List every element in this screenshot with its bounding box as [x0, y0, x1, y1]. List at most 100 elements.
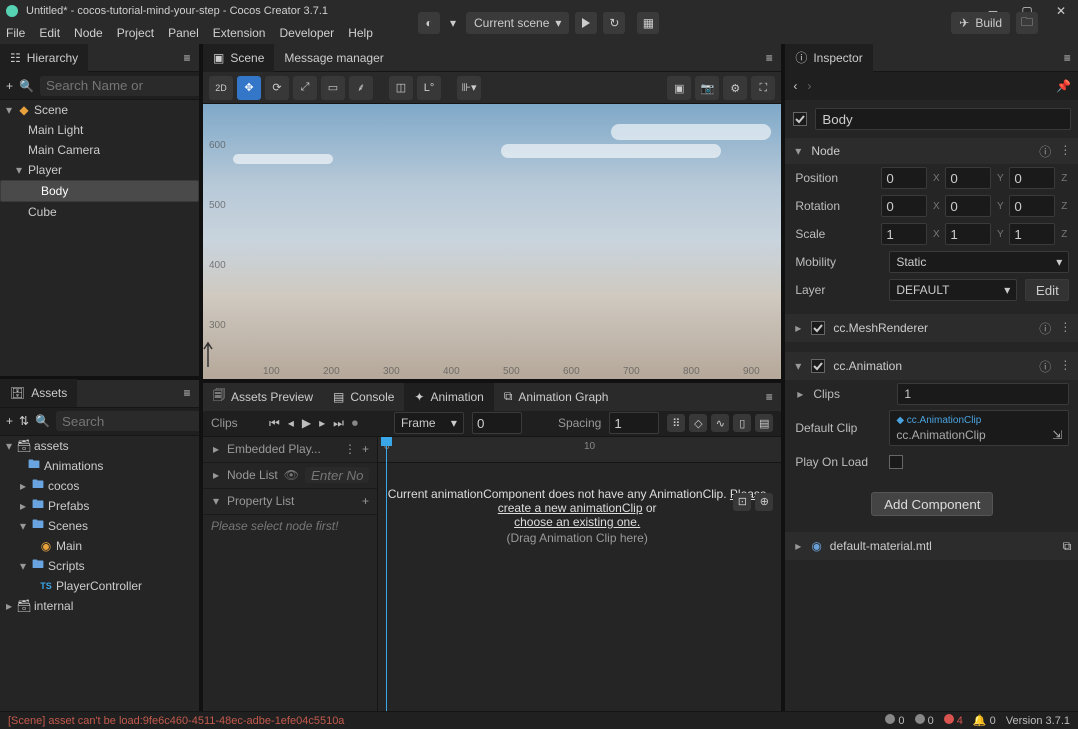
tab-animation-graph[interactable]: ⧉ Animation Graph [494, 383, 619, 411]
component-animation-header[interactable]: ▾ cc.Animation ⓘ⋮ [785, 352, 1078, 380]
qr-icon[interactable]: ▦ [637, 12, 659, 34]
menu-dots-icon[interactable]: ⋮ [1059, 320, 1071, 337]
scene-viewport[interactable]: 600 500 400 300 200 100 200 300 400 500 … [203, 104, 781, 379]
tree-row-scene[interactable]: ▾ ◆ Scene [0, 100, 199, 120]
folder-open-button[interactable]: 🗀 [1016, 12, 1038, 34]
tool-scale[interactable]: ⤢ [293, 76, 317, 100]
tool-rotate[interactable]: ⟳ [265, 76, 289, 100]
menu-dots-icon[interactable]: ⋮ [1059, 143, 1071, 160]
nav-fwd-icon[interactable]: › [807, 79, 811, 93]
clips-count-input[interactable]: 1 [897, 383, 1069, 405]
tool-gear[interactable]: ⚙ [723, 76, 747, 100]
menu-node[interactable]: Node [74, 26, 103, 40]
zoom-icon[interactable]: ⊕ [755, 493, 773, 511]
tab-inspector[interactable]: ⓘ Inspector [785, 44, 872, 72]
anim-opt-icon[interactable]: ⠿ [667, 414, 685, 432]
anim-keyframe-icon[interactable]: ◇ [689, 414, 707, 432]
tree-row-body[interactable]: Body [0, 180, 199, 202]
next-frame-button[interactable]: ▸ [319, 416, 325, 430]
spacing-input[interactable] [609, 412, 659, 434]
add-icon[interactable]: + [362, 442, 369, 456]
status-info[interactable]: 0 [885, 714, 904, 727]
menu-project[interactable]: Project [117, 26, 154, 40]
add-icon[interactable]: + [6, 412, 13, 430]
position-y-input[interactable] [945, 167, 991, 189]
panel-menu-button[interactable]: ≡ [175, 379, 199, 407]
choose-clip-link[interactable]: choose an existing one. [514, 515, 640, 529]
panel-menu-button[interactable]: ≡ [757, 44, 781, 72]
section-node-header[interactable]: ▾ Node ⓘ⋮ [785, 138, 1078, 164]
eye-icon[interactable]: 👁 [284, 468, 299, 482]
help-icon[interactable]: ⓘ [1039, 143, 1051, 160]
layer-select[interactable]: DEFAULT▾ [889, 279, 1017, 301]
add-component-button[interactable]: Add Component [871, 492, 993, 516]
window-close-button[interactable]: ✕ [1044, 0, 1078, 22]
rotation-z-input[interactable] [1009, 195, 1055, 217]
record-button[interactable]: ⏺ [352, 416, 358, 431]
asset-row-animations[interactable]: 🖿 Animations [0, 456, 199, 476]
nav-back-icon[interactable]: ‹ [793, 79, 797, 93]
tool-pivot[interactable]: ◫ [389, 76, 413, 100]
build-button[interactable]: ✈ Build [951, 12, 1010, 34]
tree-row-main-light[interactable]: Main Light [0, 120, 199, 140]
playhead[interactable] [386, 437, 387, 712]
tab-assets[interactable]: 🗄 Assets [0, 379, 77, 407]
scene-selector[interactable]: Current scene ▾ [466, 12, 569, 34]
scale-z-input[interactable] [1009, 223, 1055, 245]
asset-row-prefabs[interactable]: ▸ 🖿 Prefabs [0, 496, 199, 516]
anim-curve-icon[interactable]: ∿ [711, 414, 729, 432]
chevron-down-icon[interactable]: ▾ [446, 12, 460, 34]
component-enabled-checkbox[interactable] [811, 359, 825, 373]
component-enabled-checkbox[interactable] [811, 321, 825, 335]
first-frame-button[interactable]: ⏮ [269, 416, 280, 431]
anim-nodelist-row[interactable]: ▸ Node List 👁 [203, 463, 377, 489]
menu-dots-icon[interactable]: ⋮ [1059, 358, 1071, 375]
tab-assets-preview[interactable]: 🗐 Assets Preview [203, 383, 323, 411]
tab-hierarchy[interactable]: ☷ Hierarchy [0, 44, 88, 72]
add-icon[interactable]: + [362, 494, 369, 508]
position-x-input[interactable] [881, 167, 927, 189]
asset-row-assets[interactable]: ▾ 🗃 assets [0, 436, 199, 456]
anim-propertylist-row[interactable]: ▾ Property List + [203, 489, 377, 515]
frame-mode-select[interactable]: Frame▾ [394, 412, 464, 434]
help-icon[interactable]: ⓘ [1039, 358, 1051, 375]
nodelist-search[interactable] [305, 467, 369, 483]
tool-anchor[interactable]: ⸙ [349, 76, 373, 100]
add-icon[interactable]: + [6, 77, 13, 95]
anim-event-icon[interactable]: ▯ [733, 414, 751, 432]
scale-y-input[interactable] [945, 223, 991, 245]
node-active-checkbox[interactable] [793, 112, 807, 126]
tab-scene[interactable]: ▣ Scene [203, 44, 274, 72]
status-err[interactable]: 4 [944, 714, 963, 727]
status-warn[interactable]: 0 [915, 714, 934, 727]
tool-rect[interactable]: ▭ [321, 76, 345, 100]
tab-animation[interactable]: ✦ Animation [404, 383, 493, 411]
help-icon[interactable]: ⓘ [1039, 320, 1051, 337]
panel-menu-button[interactable]: ≡ [757, 383, 781, 411]
menu-developer[interactable]: Developer [279, 26, 334, 40]
status-error-log[interactable]: [Scene] asset can't be load:9fe6c460-451… [8, 715, 344, 727]
menu-panel[interactable]: Panel [168, 26, 199, 40]
node-name-input[interactable] [815, 108, 1071, 130]
tool-align[interactable]: ⊪▾ [457, 76, 481, 100]
default-clip-field[interactable]: ◆ cc.AnimationClip cc.AnimationClip⇲ [889, 410, 1069, 446]
tool-camera[interactable]: 📷 [695, 76, 719, 100]
tool-local[interactable]: L° [417, 76, 441, 100]
anim-menu-icon[interactable]: ▤ [755, 414, 773, 432]
scale-x-input[interactable] [881, 223, 927, 245]
anim-embedded-player-row[interactable]: ▸ Embedded Play... ⋮ + [203, 437, 377, 463]
reload-button[interactable]: ↻ [603, 12, 625, 34]
menu-dots-icon[interactable]: ⋮ [344, 442, 356, 456]
tool-camera-snap[interactable]: ▣ [667, 76, 691, 100]
asset-row-scripts[interactable]: ▾ 🖿 Scripts [0, 556, 199, 576]
rotation-x-input[interactable] [881, 195, 927, 217]
component-meshrenderer-header[interactable]: ▸ cc.MeshRenderer ⓘ⋮ [785, 314, 1078, 342]
tab-console[interactable]: ▤ Console [323, 383, 404, 411]
tree-row-main-camera[interactable]: Main Camera [0, 140, 199, 160]
position-z-input[interactable] [1009, 167, 1055, 189]
tree-row-cube[interactable]: Cube [0, 202, 199, 222]
asset-row-internal[interactable]: ▸ 🗃 internal [0, 596, 199, 616]
pin-icon[interactable]: 📌 [1056, 79, 1071, 93]
asset-row-playercontroller[interactable]: TS PlayerController [0, 576, 199, 596]
rotation-y-input[interactable] [945, 195, 991, 217]
